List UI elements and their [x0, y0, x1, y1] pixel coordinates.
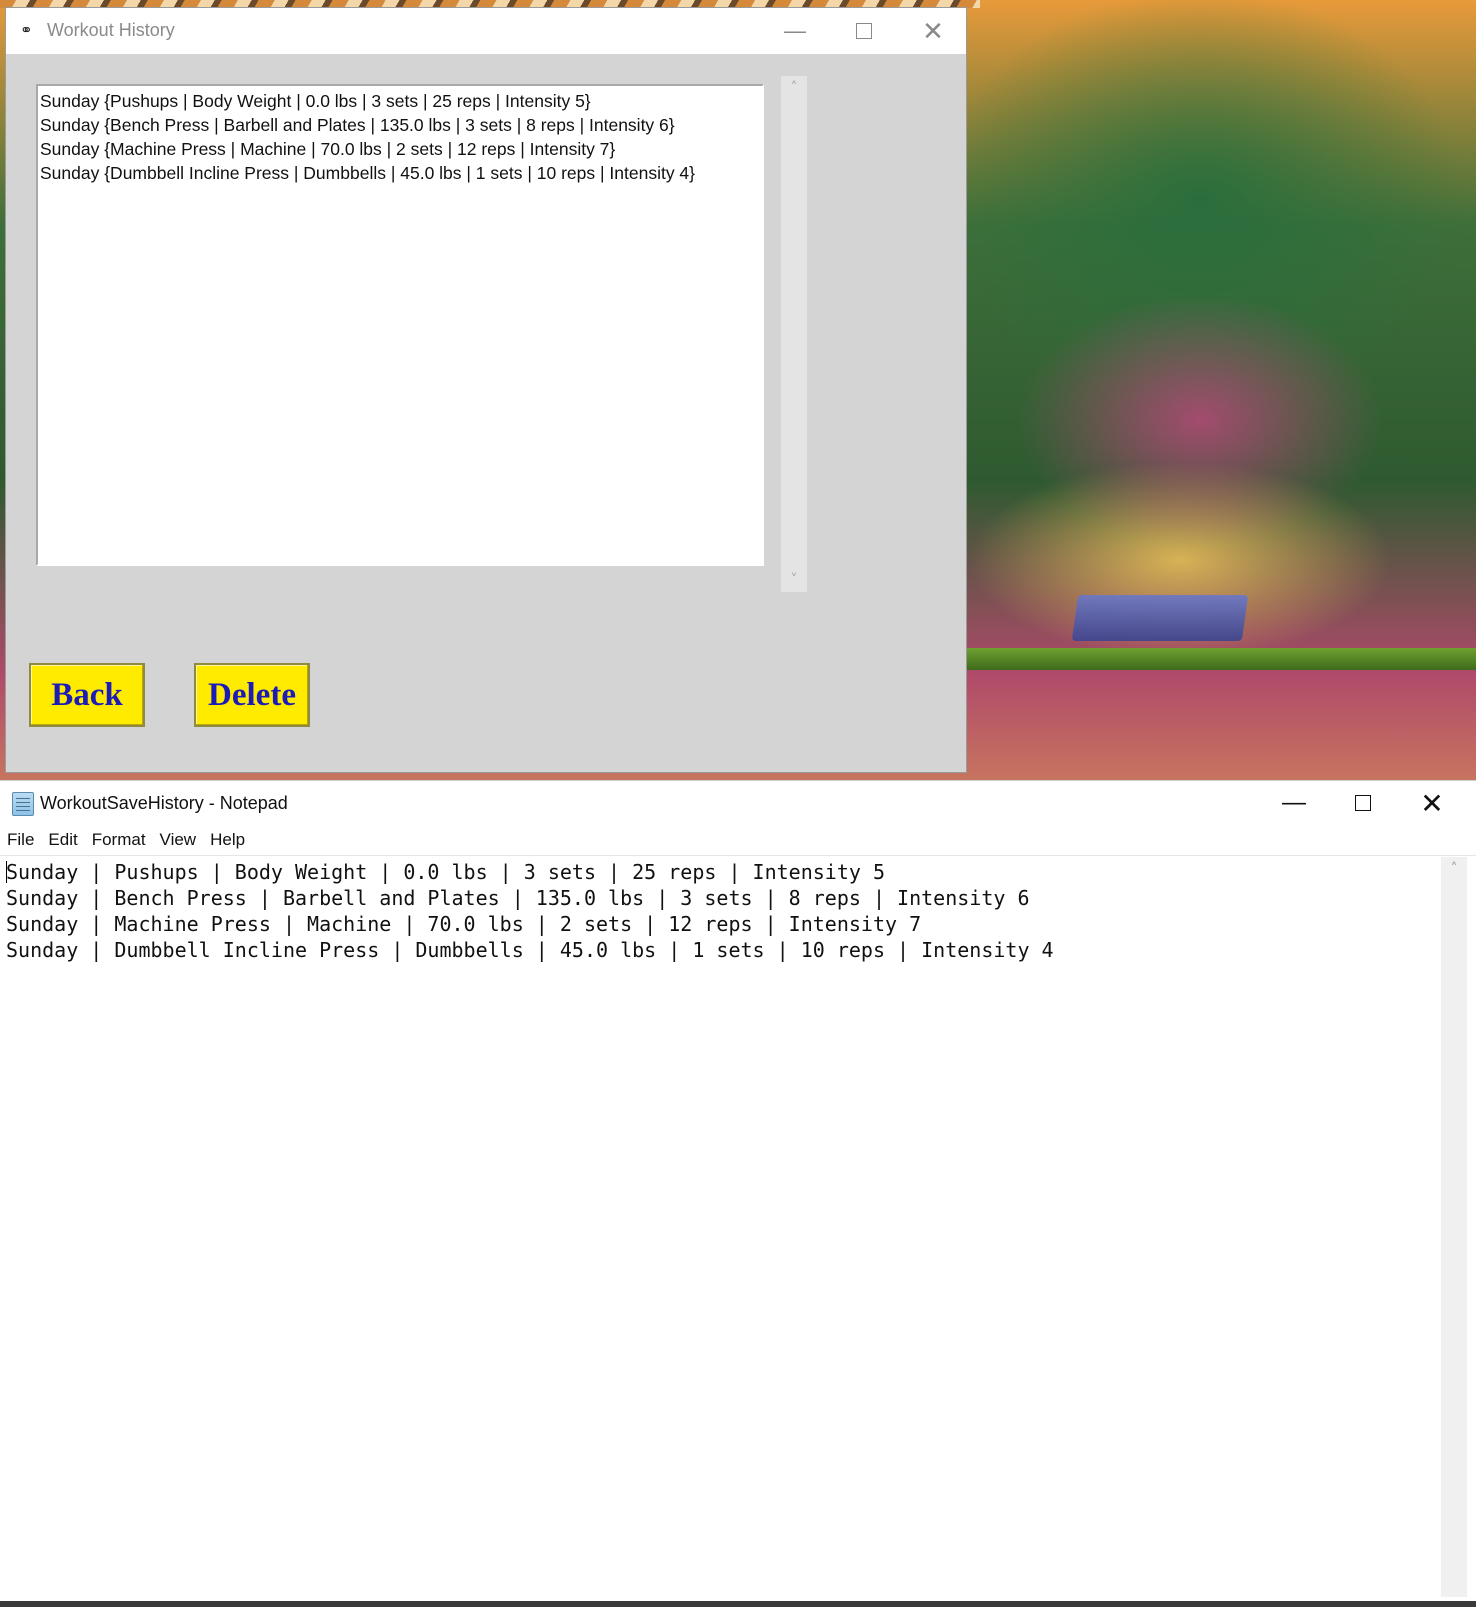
wallpaper-bench: [1071, 595, 1249, 641]
history-listbox[interactable]: Sunday {Pushups | Body Weight | 0.0 lbs …: [36, 84, 764, 566]
maximize-button[interactable]: [1329, 781, 1397, 825]
back-button[interactable]: Back: [29, 663, 145, 727]
editor-scrollbar[interactable]: ˄: [1441, 857, 1467, 1597]
close-button[interactable]: ✕: [1398, 781, 1466, 825]
window-title: Workout History: [47, 20, 175, 40]
notepad-icon: [12, 792, 34, 816]
notepad-window: WorkoutSaveHistory - Notepad — ✕ File Ed…: [0, 780, 1476, 1607]
menu-format[interactable]: Format: [85, 826, 153, 854]
menu-view[interactable]: View: [153, 826, 204, 854]
close-button[interactable]: ✕: [899, 8, 967, 54]
minimize-icon: —: [1282, 789, 1306, 816]
minimize-button[interactable]: —: [1260, 781, 1328, 825]
text-caret: [6, 861, 7, 883]
notepad-titlebar[interactable]: WorkoutSaveHistory - Notepad — ✕: [0, 781, 1476, 825]
text-line[interactable]: Sunday | Bench Press | Barbell and Plate…: [6, 885, 1435, 911]
minimize-button[interactable]: —: [761, 8, 829, 54]
maximize-icon: [856, 23, 872, 39]
list-item[interactable]: Sunday {Dumbbell Incline Press | Dumbbel…: [40, 161, 760, 185]
history-scrollbar[interactable]: ˄ ˅: [781, 76, 807, 592]
window-title: WorkoutSaveHistory - Notepad: [40, 793, 288, 813]
list-item[interactable]: Sunday {Pushups | Body Weight | 0.0 lbs …: [40, 89, 760, 113]
text-line[interactable]: Sunday | Pushups | Body Weight | 0.0 lbs…: [6, 859, 1435, 885]
maximize-button[interactable]: [830, 8, 898, 54]
menu-file[interactable]: File: [0, 826, 41, 854]
menu-edit[interactable]: Edit: [41, 826, 84, 854]
wallpaper-lawn: [966, 648, 1476, 670]
binoculars-icon: ⚭: [20, 21, 33, 39]
scroll-up-icon[interactable]: ˄: [781, 76, 807, 100]
minimize-icon: —: [784, 18, 806, 43]
text-line[interactable]: Sunday | Dumbbell Incline Press | Dumbbe…: [6, 937, 1435, 963]
list-item[interactable]: Sunday {Bench Press | Barbell and Plates…: [40, 113, 760, 137]
window-bottom-edge: [0, 1601, 1476, 1607]
close-icon: ✕: [1420, 787, 1444, 819]
workout-history-titlebar[interactable]: ⚭ Workout History — ✕: [6, 8, 966, 54]
close-icon: ✕: [922, 15, 944, 46]
workout-history-window: ⚭ Workout History — ✕ Sunday {Pushups | …: [6, 8, 966, 772]
menu-bar: File Edit Format View Help: [0, 825, 1476, 856]
wallpaper-stripes: [0, 0, 980, 8]
text-line[interactable]: Sunday | Machine Press | Machine | 70.0 …: [6, 911, 1435, 937]
scroll-down-icon[interactable]: ˅: [781, 568, 807, 592]
text-editor[interactable]: Sunday | Pushups | Body Weight | 0.0 lbs…: [0, 857, 1441, 1607]
maximize-icon: [1355, 795, 1371, 811]
menu-help[interactable]: Help: [203, 826, 252, 854]
list-item[interactable]: Sunday {Machine Press | Machine | 70.0 l…: [40, 137, 760, 161]
delete-button[interactable]: Delete: [194, 663, 310, 727]
scroll-up-icon[interactable]: ˄: [1441, 857, 1467, 881]
